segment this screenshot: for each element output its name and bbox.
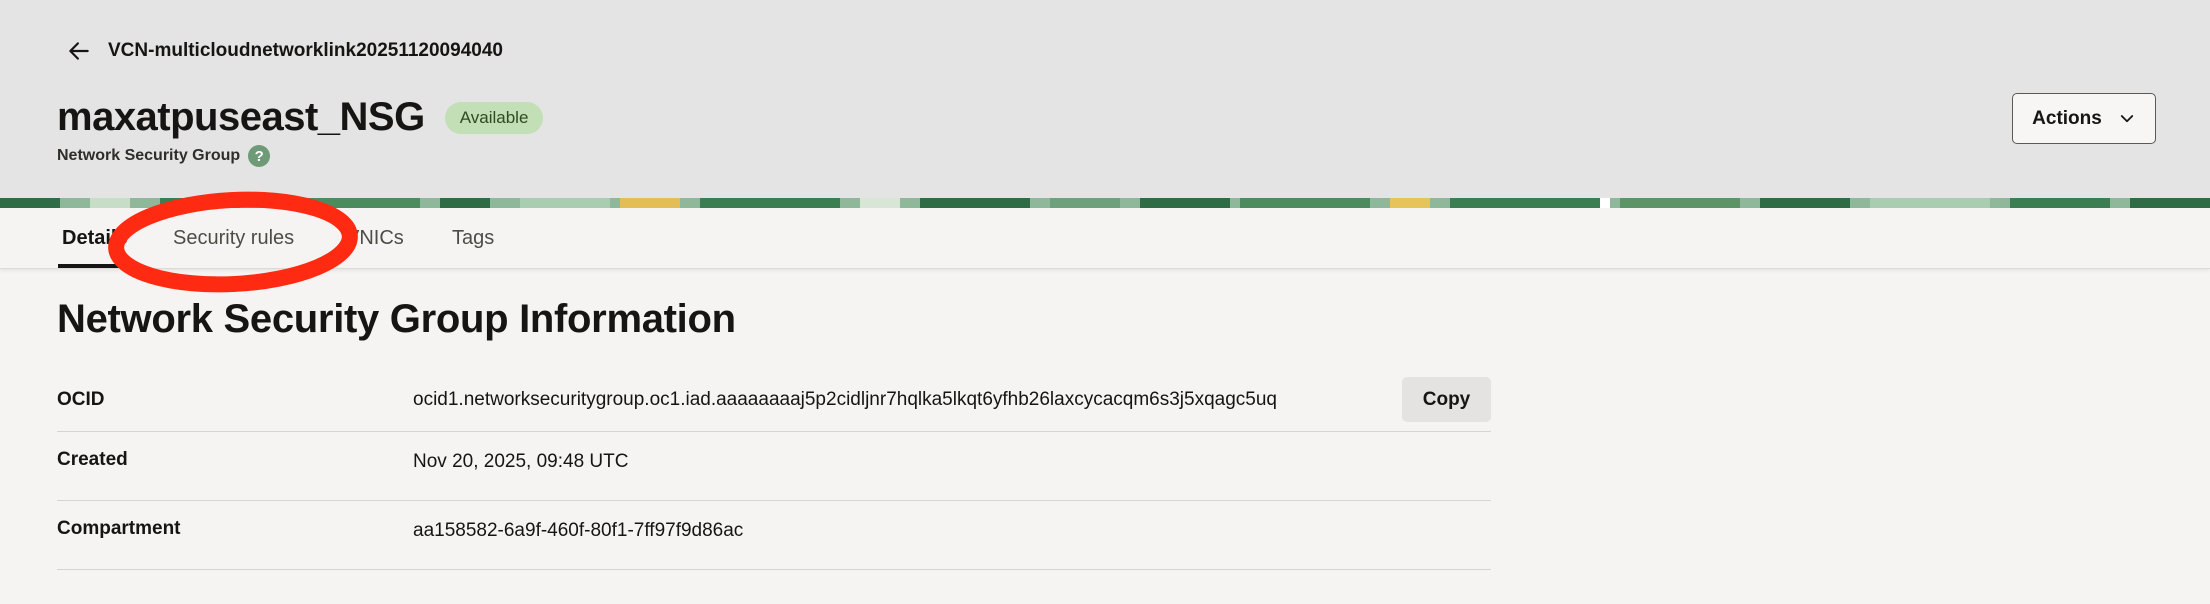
page: VCN-multicloudnetworklink20251120094040 … [0, 0, 2210, 604]
tab-details[interactable]: Details [62, 208, 128, 268]
page-title: maxatpuseast_NSG [57, 95, 425, 139]
info-label: OCID [57, 389, 105, 410]
ocid-value: ocid1.networksecuritygroup.oc1.iad.aaaaa… [413, 389, 1277, 410]
info-row-created: Created Nov 20, 2025, 09:48 UTC [57, 431, 1491, 501]
tab-tags[interactable]: Tags [452, 208, 494, 268]
info-row-ocid: OCID ocid1.networksecuritygroup.oc1.iad.… [57, 362, 1491, 432]
tab-security-rules[interactable]: Security rules [173, 208, 294, 268]
back-link[interactable]: VCN-multicloudnetworklink20251120094040 [66, 36, 503, 66]
tab-vnics[interactable]: VNICs [346, 208, 404, 268]
arrow-left-icon [69, 42, 89, 60]
actions-button-label: Actions [2032, 107, 2102, 129]
created-value: Nov 20, 2025, 09:48 UTC [413, 451, 629, 472]
chevron-down-icon [2120, 114, 2133, 122]
resource-type-label: Network Security Group [57, 147, 241, 164]
info-label: Created [57, 449, 128, 470]
copy-button[interactable]: Copy [1402, 377, 1491, 422]
help-icon[interactable]: ? [248, 145, 271, 167]
info-row-compartment: Compartment aa158582-6a9f-460f-80f1-7ff9… [57, 500, 1491, 570]
compartment-value[interactable]: aa158582-6a9f-460f-80f1-7ff97f9d86ac [413, 520, 743, 542]
page-header: VCN-multicloudnetworklink20251120094040 … [0, 0, 2210, 198]
status-badge: Available [444, 101, 544, 134]
back-link-label: VCN-multicloudnetworklink20251120094040 [108, 40, 503, 61]
active-tab-indicator [58, 264, 121, 268]
info-label: Compartment [57, 518, 181, 539]
decorative-banner [0, 198, 2210, 208]
section-title: Network Security Group Information [57, 297, 736, 341]
actions-button[interactable]: Actions [2012, 93, 2156, 144]
subtitle-row: Network Security Group ? [57, 145, 271, 167]
tab-bar: Details Security rules VNICs Tags [0, 208, 2210, 269]
title-row: maxatpuseast_NSG Available [57, 95, 544, 140]
